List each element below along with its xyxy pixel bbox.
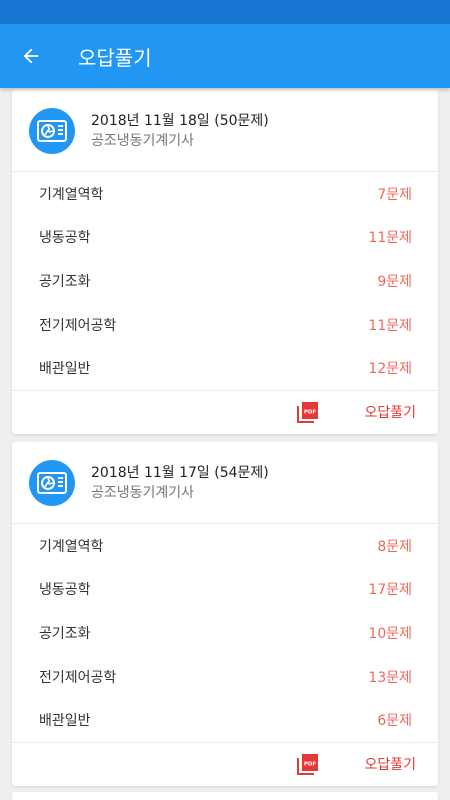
- subject-row[interactable]: 배관일반 6문제: [12, 698, 438, 742]
- exam-card: 2018년 11월 17일 (54문제) 공조냉동기계기사 기계열역학 8문제 …: [12, 442, 438, 786]
- back-button[interactable]: [0, 24, 62, 88]
- subject-row[interactable]: 전기제어공학 11문제: [12, 303, 438, 347]
- subject-label: 배관일반: [39, 713, 91, 730]
- subject-label: 전기제어공학: [39, 669, 117, 686]
- pdf-icon[interactable]: PDF: [297, 753, 319, 776]
- wrong-count: 12문제: [368, 361, 412, 378]
- subject-label: 전기제어공학: [39, 317, 117, 334]
- wrong-count: 13문제: [368, 669, 412, 686]
- subject-label: 기계열역학: [39, 538, 104, 555]
- wrong-count: 11문제: [368, 317, 412, 334]
- subject-label: 냉동공학: [39, 230, 91, 247]
- status-bar: [0, 0, 450, 24]
- subject-row[interactable]: 공기조화 9문제: [12, 259, 438, 303]
- wrong-count: 10문제: [368, 625, 412, 642]
- wrong-count: 9문제: [377, 273, 412, 290]
- pdf-icon[interactable]: PDF: [297, 401, 319, 424]
- subject-row[interactable]: 기계열역학 7문제: [12, 172, 438, 216]
- wrong-count: 7문제: [377, 186, 412, 203]
- exam-card: [12, 792, 438, 800]
- subject-row[interactable]: 전기제어공학 13문제: [12, 655, 438, 699]
- subject-row[interactable]: 냉동공학 17문제: [12, 568, 438, 612]
- subject-label: 공기조화: [39, 625, 91, 642]
- exam-card: 2018년 11월 18일 (50문제) 공조냉동기계기사 기계열역학 7문제 …: [12, 90, 438, 434]
- subject-row[interactable]: 기계열역학 8문제: [12, 524, 438, 568]
- exam-title: 2018년 11월 17일 (54문제): [91, 464, 269, 481]
- subject-row[interactable]: 공기조화 10문제: [12, 611, 438, 655]
- wrong-count: 6문제: [377, 713, 412, 730]
- subject-row[interactable]: 배관일반 12문제: [12, 346, 438, 390]
- wrong-count: 8문제: [377, 538, 412, 555]
- subject-label: 배관일반: [39, 361, 91, 378]
- exam-subtitle: 공조냉동기계기사: [91, 484, 195, 501]
- svg-text:PDF: PDF: [304, 762, 317, 768]
- app-bar: 오답풀기: [0, 24, 450, 88]
- exam-title: 2018년 11월 18일 (50문제): [91, 112, 269, 129]
- subject-label: 냉동공학: [39, 582, 91, 599]
- exam-card-footer: PDF 오답풀기: [12, 741, 438, 786]
- svg-text:PDF: PDF: [304, 410, 317, 416]
- content-area[interactable]: 2018년 11월 18일 (50문제) 공조냉동기계기사 기계열역학 7문제 …: [0, 88, 450, 800]
- subject-row[interactable]: 냉동공학 11문제: [12, 216, 438, 260]
- subject-label: 공기조화: [39, 273, 91, 290]
- air-conditioner-icon: [29, 459, 75, 506]
- exam-card-header: 2018년 11월 18일 (50문제) 공조냉동기계기사: [12, 90, 438, 172]
- air-conditioner-icon: [29, 107, 75, 154]
- review-wrong-answers-button[interactable]: 오답풀기: [364, 402, 416, 422]
- arrow-left-icon: [23, 48, 39, 64]
- wrong-count: 11문제: [368, 230, 412, 247]
- exam-subtitle: 공조냉동기계기사: [91, 132, 195, 149]
- review-wrong-answers-button[interactable]: 오답풀기: [364, 754, 416, 774]
- exam-card-footer: PDF 오답풀기: [12, 389, 438, 434]
- subject-label: 기계열역학: [39, 186, 104, 203]
- wrong-count: 17문제: [368, 582, 412, 599]
- page-title: 오답풀기: [78, 45, 152, 70]
- exam-card-header: 2018년 11월 17일 (54문제) 공조냉동기계기사: [12, 442, 438, 524]
